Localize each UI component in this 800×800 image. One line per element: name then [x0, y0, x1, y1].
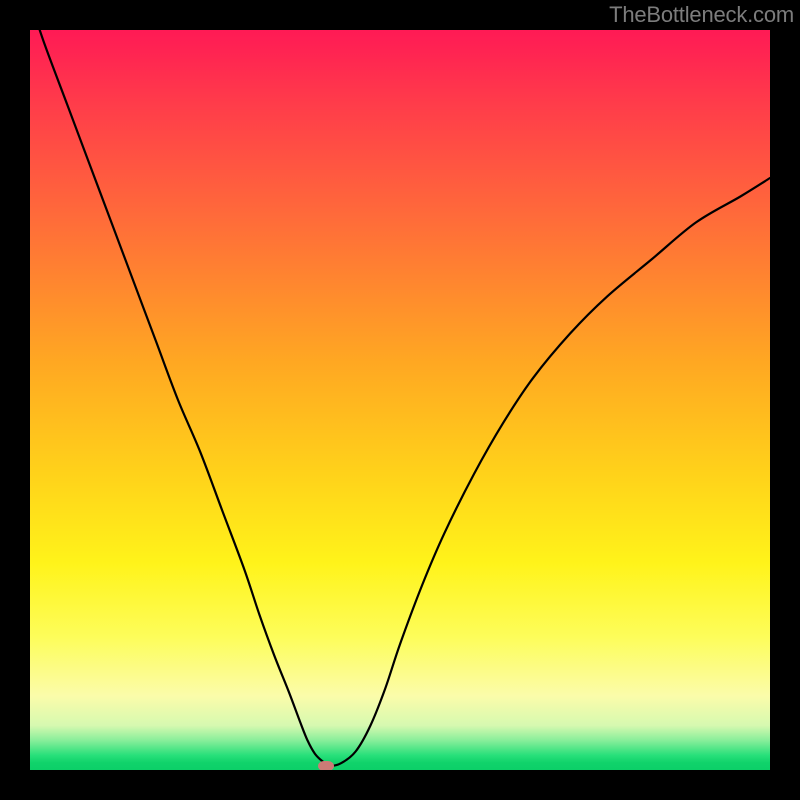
- optimal-point-marker: [318, 761, 334, 770]
- curve-svg: [30, 30, 770, 770]
- bottleneck-curve: [30, 30, 770, 766]
- watermark-text: TheBottleneck.com: [609, 2, 794, 28]
- plot-area: [30, 30, 770, 770]
- chart-frame: TheBottleneck.com: [0, 0, 800, 800]
